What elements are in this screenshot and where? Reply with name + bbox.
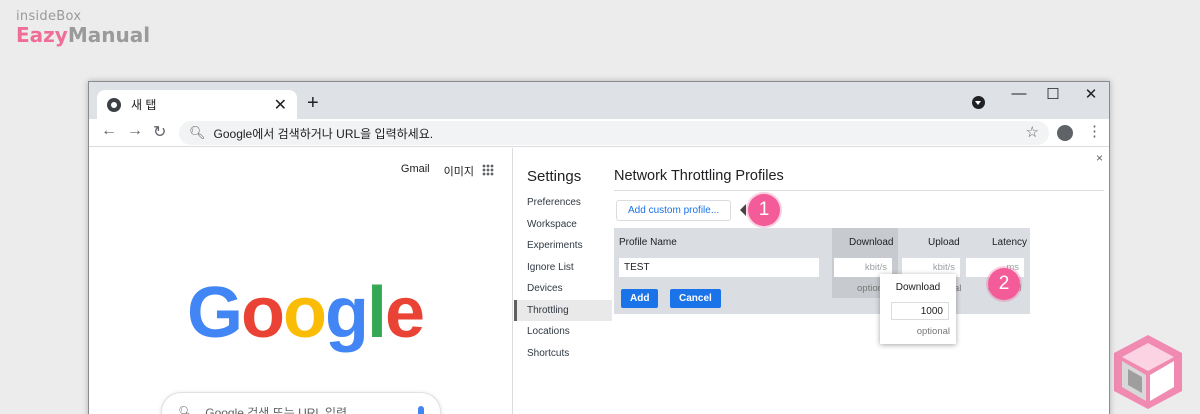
sidebar-item-devices[interactable]: Devices bbox=[514, 278, 612, 300]
address-placeholder: Google에서 검색하거나 URL을 입력하세요. bbox=[213, 126, 434, 141]
images-link[interactable]: 이미지 bbox=[444, 163, 474, 179]
google-logo-letter: G bbox=[187, 273, 243, 353]
sidebar-item-locations[interactable]: Locations bbox=[514, 321, 612, 343]
sidebar-item-shortcuts[interactable]: Shortcuts bbox=[514, 343, 612, 365]
reload-button[interactable]: ↻ bbox=[153, 122, 166, 142]
apps-grid-icon[interactable] bbox=[482, 164, 494, 176]
bookmark-star-icon[interactable]: ☆ bbox=[1026, 123, 1039, 141]
profile-avatar[interactable] bbox=[1057, 125, 1073, 141]
add-button[interactable]: Add bbox=[621, 289, 659, 308]
header-upload: Upload bbox=[928, 237, 960, 248]
maximize-button[interactable]: ☐ bbox=[1035, 85, 1071, 103]
google-top-links: Gmail 이미지 bbox=[401, 163, 474, 179]
pointer-arrow-icon bbox=[740, 204, 746, 216]
google-logo-letter: o bbox=[241, 273, 285, 353]
google-logo-letter: g bbox=[324, 273, 369, 353]
page-content: Gmail 이미지 Google 🔍︎ Google 검색 또는 URL 입력 … bbox=[89, 148, 1109, 414]
popup-download-label: Download bbox=[895, 282, 941, 293]
google-logo: Google bbox=[187, 272, 425, 354]
profile-editor: Profile Name Download Upload Latency TES… bbox=[614, 228, 1030, 314]
google-logo-letter: l bbox=[366, 273, 387, 353]
brand-line1: insideBox bbox=[16, 9, 82, 24]
google-page: Gmail 이미지 Google 🔍︎ Google 검색 또는 URL 입력 bbox=[89, 148, 513, 414]
step-badge-1: 1 bbox=[748, 194, 780, 226]
popup-optional: optional bbox=[916, 326, 950, 337]
tab-search-icon[interactable] bbox=[972, 96, 985, 109]
brand-line2: EazyManual bbox=[16, 23, 151, 47]
download-popup: Download 1000 optional bbox=[880, 274, 956, 344]
sidebar-item-ignore-list[interactable]: Ignore List bbox=[514, 257, 612, 279]
sidebar-item-workspace[interactable]: Workspace bbox=[514, 214, 612, 236]
cube-icon bbox=[1114, 335, 1182, 409]
add-custom-profile-button[interactable]: Add custom profile... bbox=[616, 200, 732, 221]
tab-new-tab[interactable]: 새 탭 ✕ bbox=[97, 90, 297, 119]
profile-name-input[interactable]: TEST bbox=[619, 258, 819, 277]
browser-window: 새 탭 ✕ + — ☐ ✕ ← → ↻ 🔍︎ Google에서 검색하거나 UR… bbox=[88, 81, 1110, 414]
cancel-button[interactable]: Cancel bbox=[670, 289, 721, 308]
header-profile-name: Profile Name bbox=[619, 237, 677, 248]
close-settings-icon[interactable]: × bbox=[1096, 151, 1103, 165]
chrome-icon bbox=[107, 97, 121, 112]
back-button[interactable]: ← bbox=[101, 122, 117, 140]
google-search-box[interactable]: 🔍︎ Google 검색 또는 URL 입력 bbox=[161, 392, 441, 414]
tab-title: 새 탭 bbox=[131, 98, 157, 112]
forward-button[interactable]: → bbox=[127, 122, 143, 140]
toolbar: ← → ↻ 🔍︎ Google에서 검색하거나 URL을 입력하세요. ☆ ⋮ bbox=[89, 119, 1109, 147]
step-badge-2: 2 bbox=[988, 268, 1020, 300]
search-icon: 🔍︎ bbox=[178, 405, 194, 414]
google-logo-letter: o bbox=[283, 273, 327, 353]
header-latency: Latency bbox=[992, 237, 1028, 248]
google-search-placeholder: Google 검색 또는 URL 입력 bbox=[205, 405, 348, 414]
sidebar-item-throttling[interactable]: Throttling bbox=[514, 299, 612, 321]
menu-icon[interactable]: ⋮ bbox=[1087, 122, 1102, 140]
tab-strip: 새 탭 ✕ + — ☐ ✕ bbox=[89, 82, 1109, 119]
section-title: Network Throttling Profiles bbox=[614, 168, 1104, 191]
brand-logo: insideBox EazyManual bbox=[16, 9, 150, 46]
new-tab-button[interactable]: + bbox=[307, 92, 319, 115]
minimize-button[interactable]: — bbox=[1001, 85, 1037, 102]
settings-sidebar: Preferences Workspace Experiments Ignore Li… bbox=[514, 192, 612, 364]
settings-title: Settings bbox=[527, 168, 582, 185]
google-logo-letter: e bbox=[384, 273, 425, 353]
close-window-button[interactable]: ✕ bbox=[1073, 85, 1109, 103]
search-icon: 🔍︎ bbox=[189, 125, 206, 140]
sidebar-item-preferences[interactable]: Preferences bbox=[514, 192, 612, 214]
gmail-link[interactable]: Gmail bbox=[401, 163, 430, 179]
address-bar[interactable]: 🔍︎ Google에서 검색하거나 URL을 입력하세요. ☆ bbox=[179, 121, 1049, 145]
header-download: Download bbox=[849, 237, 894, 248]
popup-download-input[interactable]: 1000 bbox=[891, 302, 949, 320]
mic-icon[interactable] bbox=[418, 406, 424, 414]
devtools-settings-panel: × Settings Preferences Workspace Experimen… bbox=[514, 148, 1109, 414]
sidebar-item-experiments[interactable]: Experiments bbox=[514, 235, 612, 257]
tab-close-icon[interactable]: ✕ bbox=[274, 95, 287, 115]
